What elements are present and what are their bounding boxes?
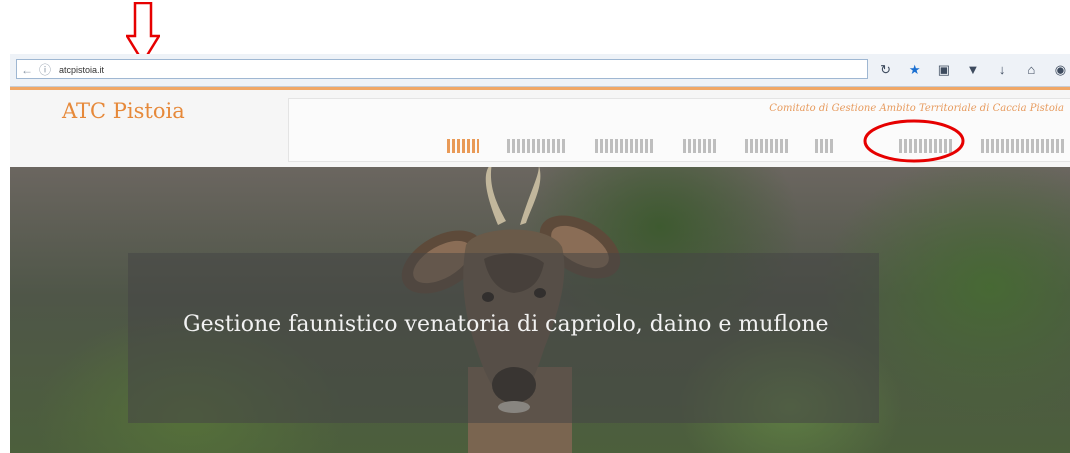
hero-banner: Gestione faunistico venatoria di capriol…	[10, 167, 1070, 453]
pocket-icon[interactable]: ▼	[965, 61, 980, 79]
nav-item-2[interactable]	[507, 139, 567, 153]
hero-title[interactable]: Gestione faunistico venatoria di capriol…	[183, 311, 833, 339]
nav-item-6[interactable]	[815, 139, 835, 153]
nav-item-home[interactable]	[447, 139, 479, 153]
nav-item-4[interactable]	[683, 139, 717, 153]
nav-item-5[interactable]	[745, 139, 789, 153]
site-info-icon[interactable]: ⓘ	[39, 63, 51, 77]
highlight-ellipse-annotation	[863, 119, 965, 163]
download-icon[interactable]: ↓	[995, 61, 1010, 79]
reload-icon[interactable]: ↻	[878, 61, 893, 79]
clipboard-icon[interactable]: ▣	[936, 61, 951, 79]
nav-item-3[interactable]	[595, 139, 655, 153]
url-text[interactable]: atcpistoia.it	[59, 63, 104, 77]
hero-caption-box: Gestione faunistico venatoria di capriol…	[128, 253, 879, 423]
address-bar[interactable]: ← ⓘ atcpistoia.it	[16, 59, 868, 79]
menu-icon[interactable]: ◉	[1053, 61, 1068, 79]
back-icon[interactable]: ←	[21, 63, 33, 77]
toolbar-icons: ↻ ★ ▣ ▼ ↓ ⌂ ◉	[878, 60, 1068, 80]
home-icon[interactable]: ⌂	[1024, 61, 1039, 79]
site-logo[interactable]: ATC Pistoia	[62, 99, 185, 123]
nav-item-8[interactable]	[981, 139, 1065, 153]
browser-toolbar: ← ⓘ atcpistoia.it ↻ ★ ▣ ▼ ↓ ⌂ ◉	[10, 54, 1070, 87]
star-icon[interactable]: ★	[907, 61, 922, 79]
site-tagline: Comitato di Gestione Ambito Territoriale…	[769, 103, 1064, 114]
